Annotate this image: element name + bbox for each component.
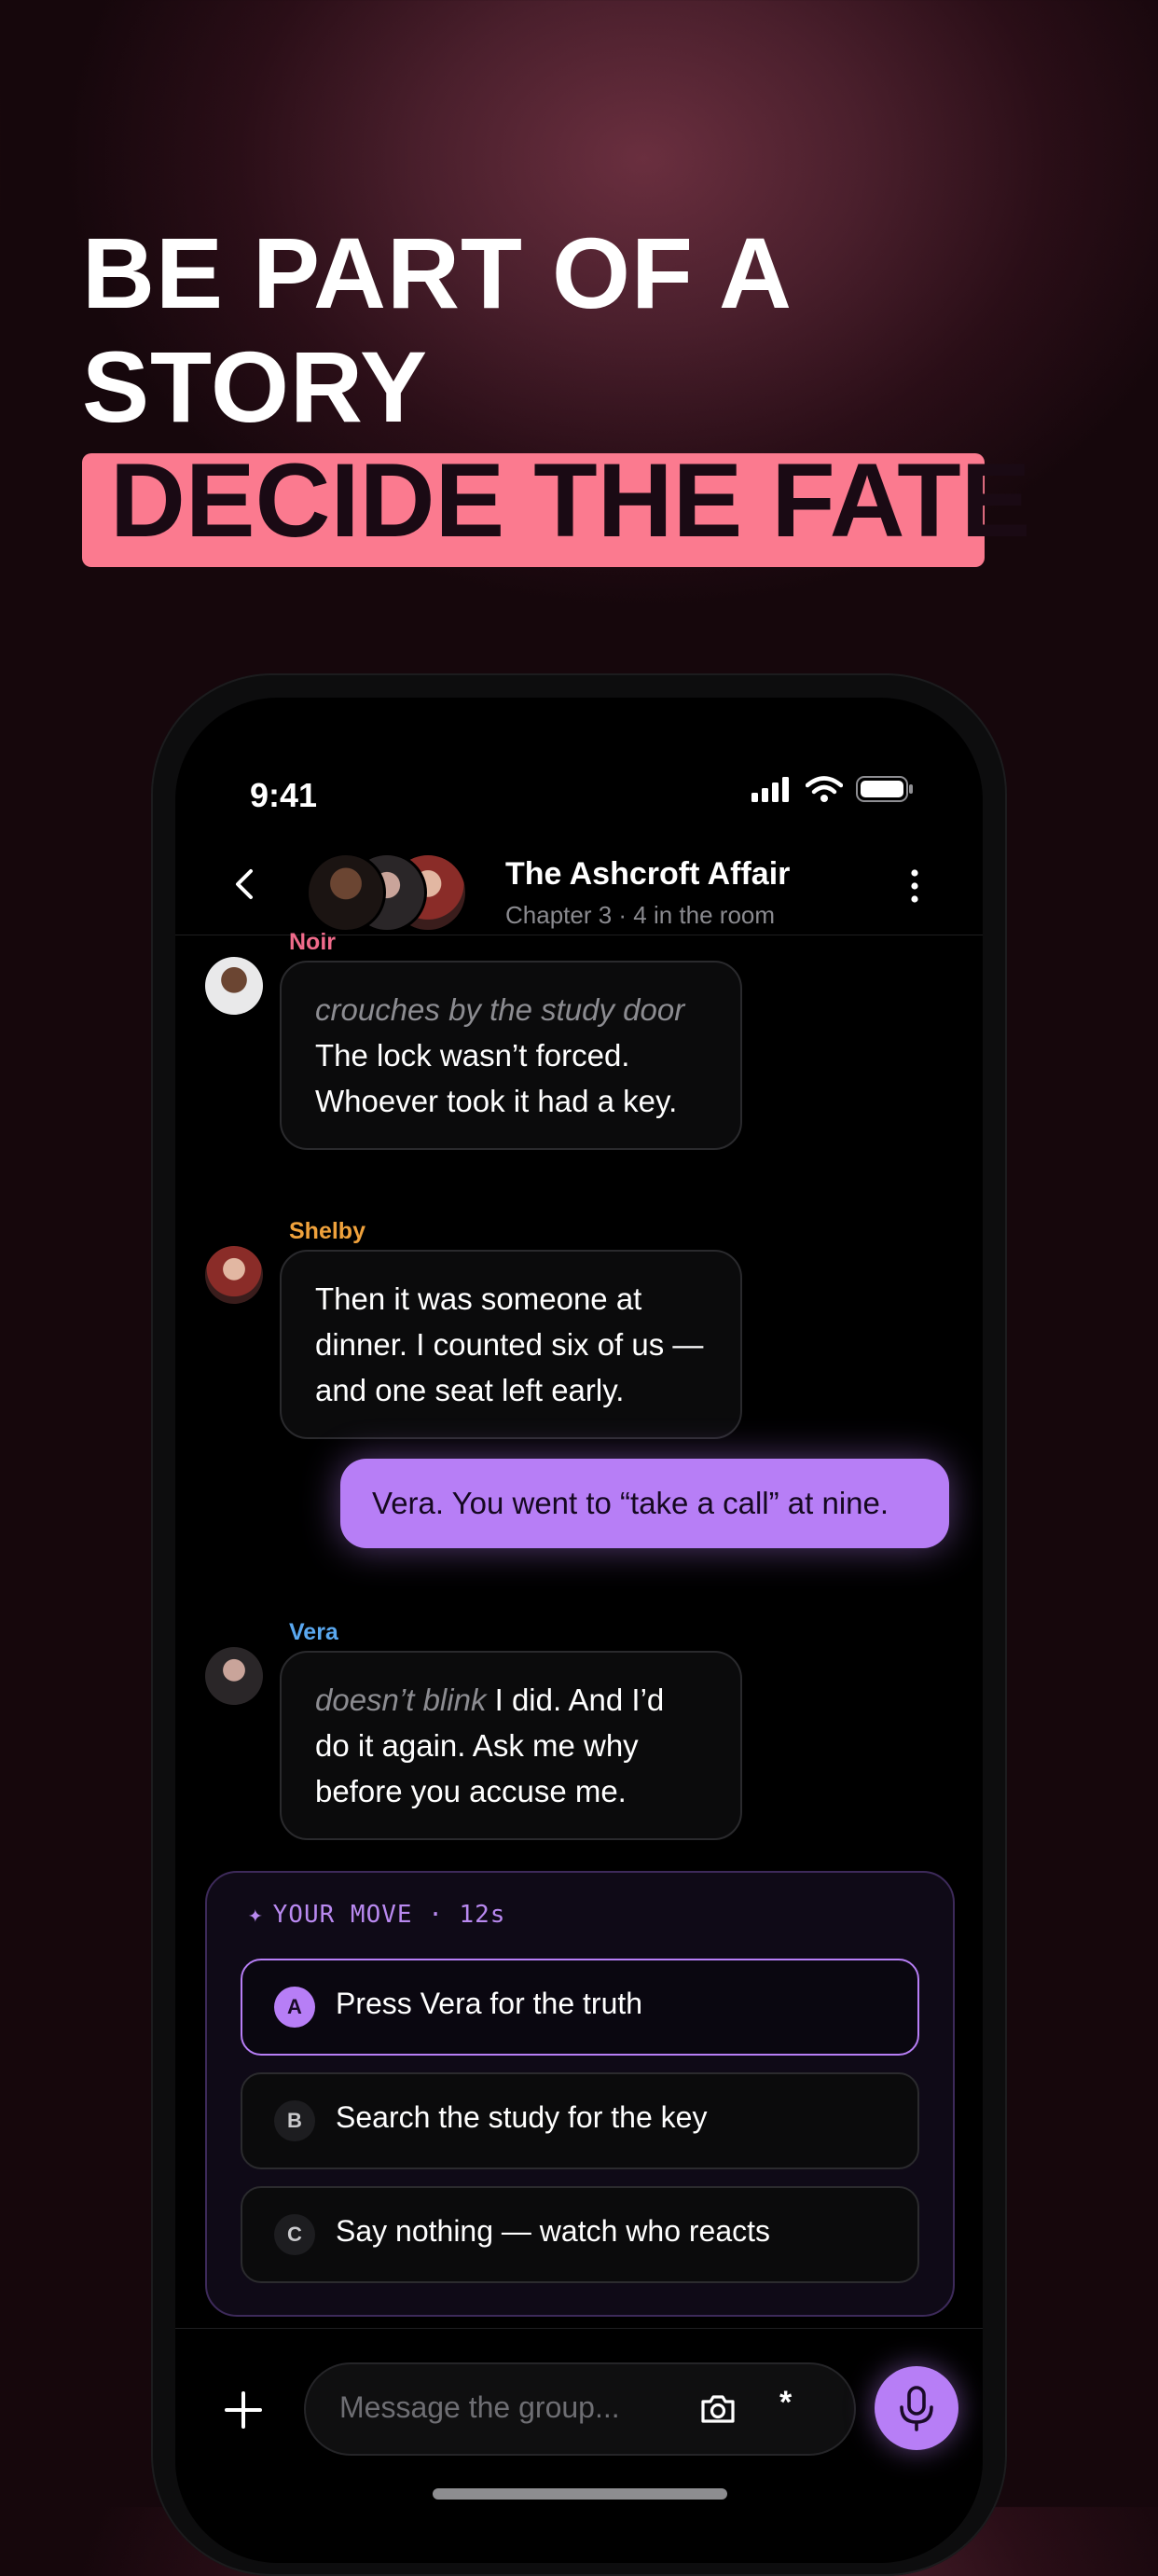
headline-highlight: DECIDE THE FATE [82,442,1031,567]
sender-name: Shelby [289,1218,365,1244]
chat-subtitle: Chapter 3 · 4 in the room [505,901,776,929]
choice-option-b[interactable]: B Search the study for the key [241,2072,919,2169]
camera-icon[interactable] [697,2389,738,2430]
your-move-label: ✦ YOUR MOVE · 12s [248,1901,505,1929]
message-text: Then it was someone at dinner. I counted… [315,1281,704,1407]
choice-key: C [274,2214,315,2255]
phone-screen: 9:41 The Ashcroft Affair Chapter 3 · 4 i… [175,698,983,2563]
message-text: Vera. You went to “take a call” at nine. [372,1486,889,1520]
your-move-text: YOUR MOVE · 12s [272,1901,506,1929]
message-bubble: Then it was someone at dinner. I counted… [280,1250,742,1439]
phone-frame: 9:41 The Ashcroft Affair Chapter 3 · 4 i… [151,673,1007,2576]
headline-line-1: BE PART OF A [82,216,793,329]
choice-key: A [274,1987,315,2028]
chat-header: The Ashcroft Affair Chapter 3 · 4 in the… [175,838,983,935]
your-move-panel: ✦ YOUR MOVE · 12s A Press Vera for the tr… [205,1871,955,2317]
promo-headline: BE PART OF A STORY DECIDE THE FATE [82,216,1031,567]
battery-icon [856,776,913,802]
message-bubble: crouches by the study door The lock wasn… [280,961,742,1150]
status-icons [751,776,914,802]
message-action: doesn’t blink [315,1683,487,1717]
avatar [205,957,263,1015]
chevron-left-icon[interactable] [227,866,265,903]
home-indicator [433,2488,727,2500]
signal-icon [751,777,789,802]
sender-name: Noir [289,929,336,955]
mic-button[interactable] [875,2366,958,2450]
plus-icon[interactable] [222,2389,265,2431]
choice-label: Say nothing — watch who reacts [336,2214,771,2248]
message-bubble: doesn’t blink I did. And I’d do it again… [280,1651,742,1840]
headline-highlight-text: DECIDE THE FATE [110,442,1031,559]
avatar [205,1647,263,1705]
star-button[interactable]: * [779,2385,792,2421]
headline-line-2: STORY [82,330,429,443]
message-input[interactable]: Message the group... * [304,2362,856,2456]
mic-icon [900,2386,933,2431]
sparkle-icon: ✦ [248,1901,264,1929]
choice-key: B [274,2100,315,2141]
avatar [306,852,386,933]
status-bar: 9:41 [175,698,983,814]
choice-label: Press Vera for the truth [336,1987,643,2020]
outgoing-message-bubble: Vera. You went to “take a call” at nine. [340,1459,949,1548]
message-composer: Message the group... * [175,2328,983,2563]
sender-name: Vera [289,1619,338,1645]
chat-title: The Ashcroft Affair [505,856,791,892]
message-text: The lock wasn’t forced. Whoever took it … [315,1038,678,1118]
avatar [205,1246,263,1304]
choice-option-c[interactable]: C Say nothing — watch who reacts [241,2186,919,2283]
message-input-placeholder: Message the group... [339,2390,620,2424]
status-time: 9:41 [250,776,318,814]
message-action: crouches by the study door [315,992,685,1027]
choice-option-a[interactable]: A Press Vera for the truth [241,1959,919,2056]
participant-avatars[interactable] [306,852,492,933]
wifi-icon [806,776,843,802]
choice-label: Search the study for the key [336,2100,708,2134]
more-vertical-icon[interactable] [901,866,929,907]
